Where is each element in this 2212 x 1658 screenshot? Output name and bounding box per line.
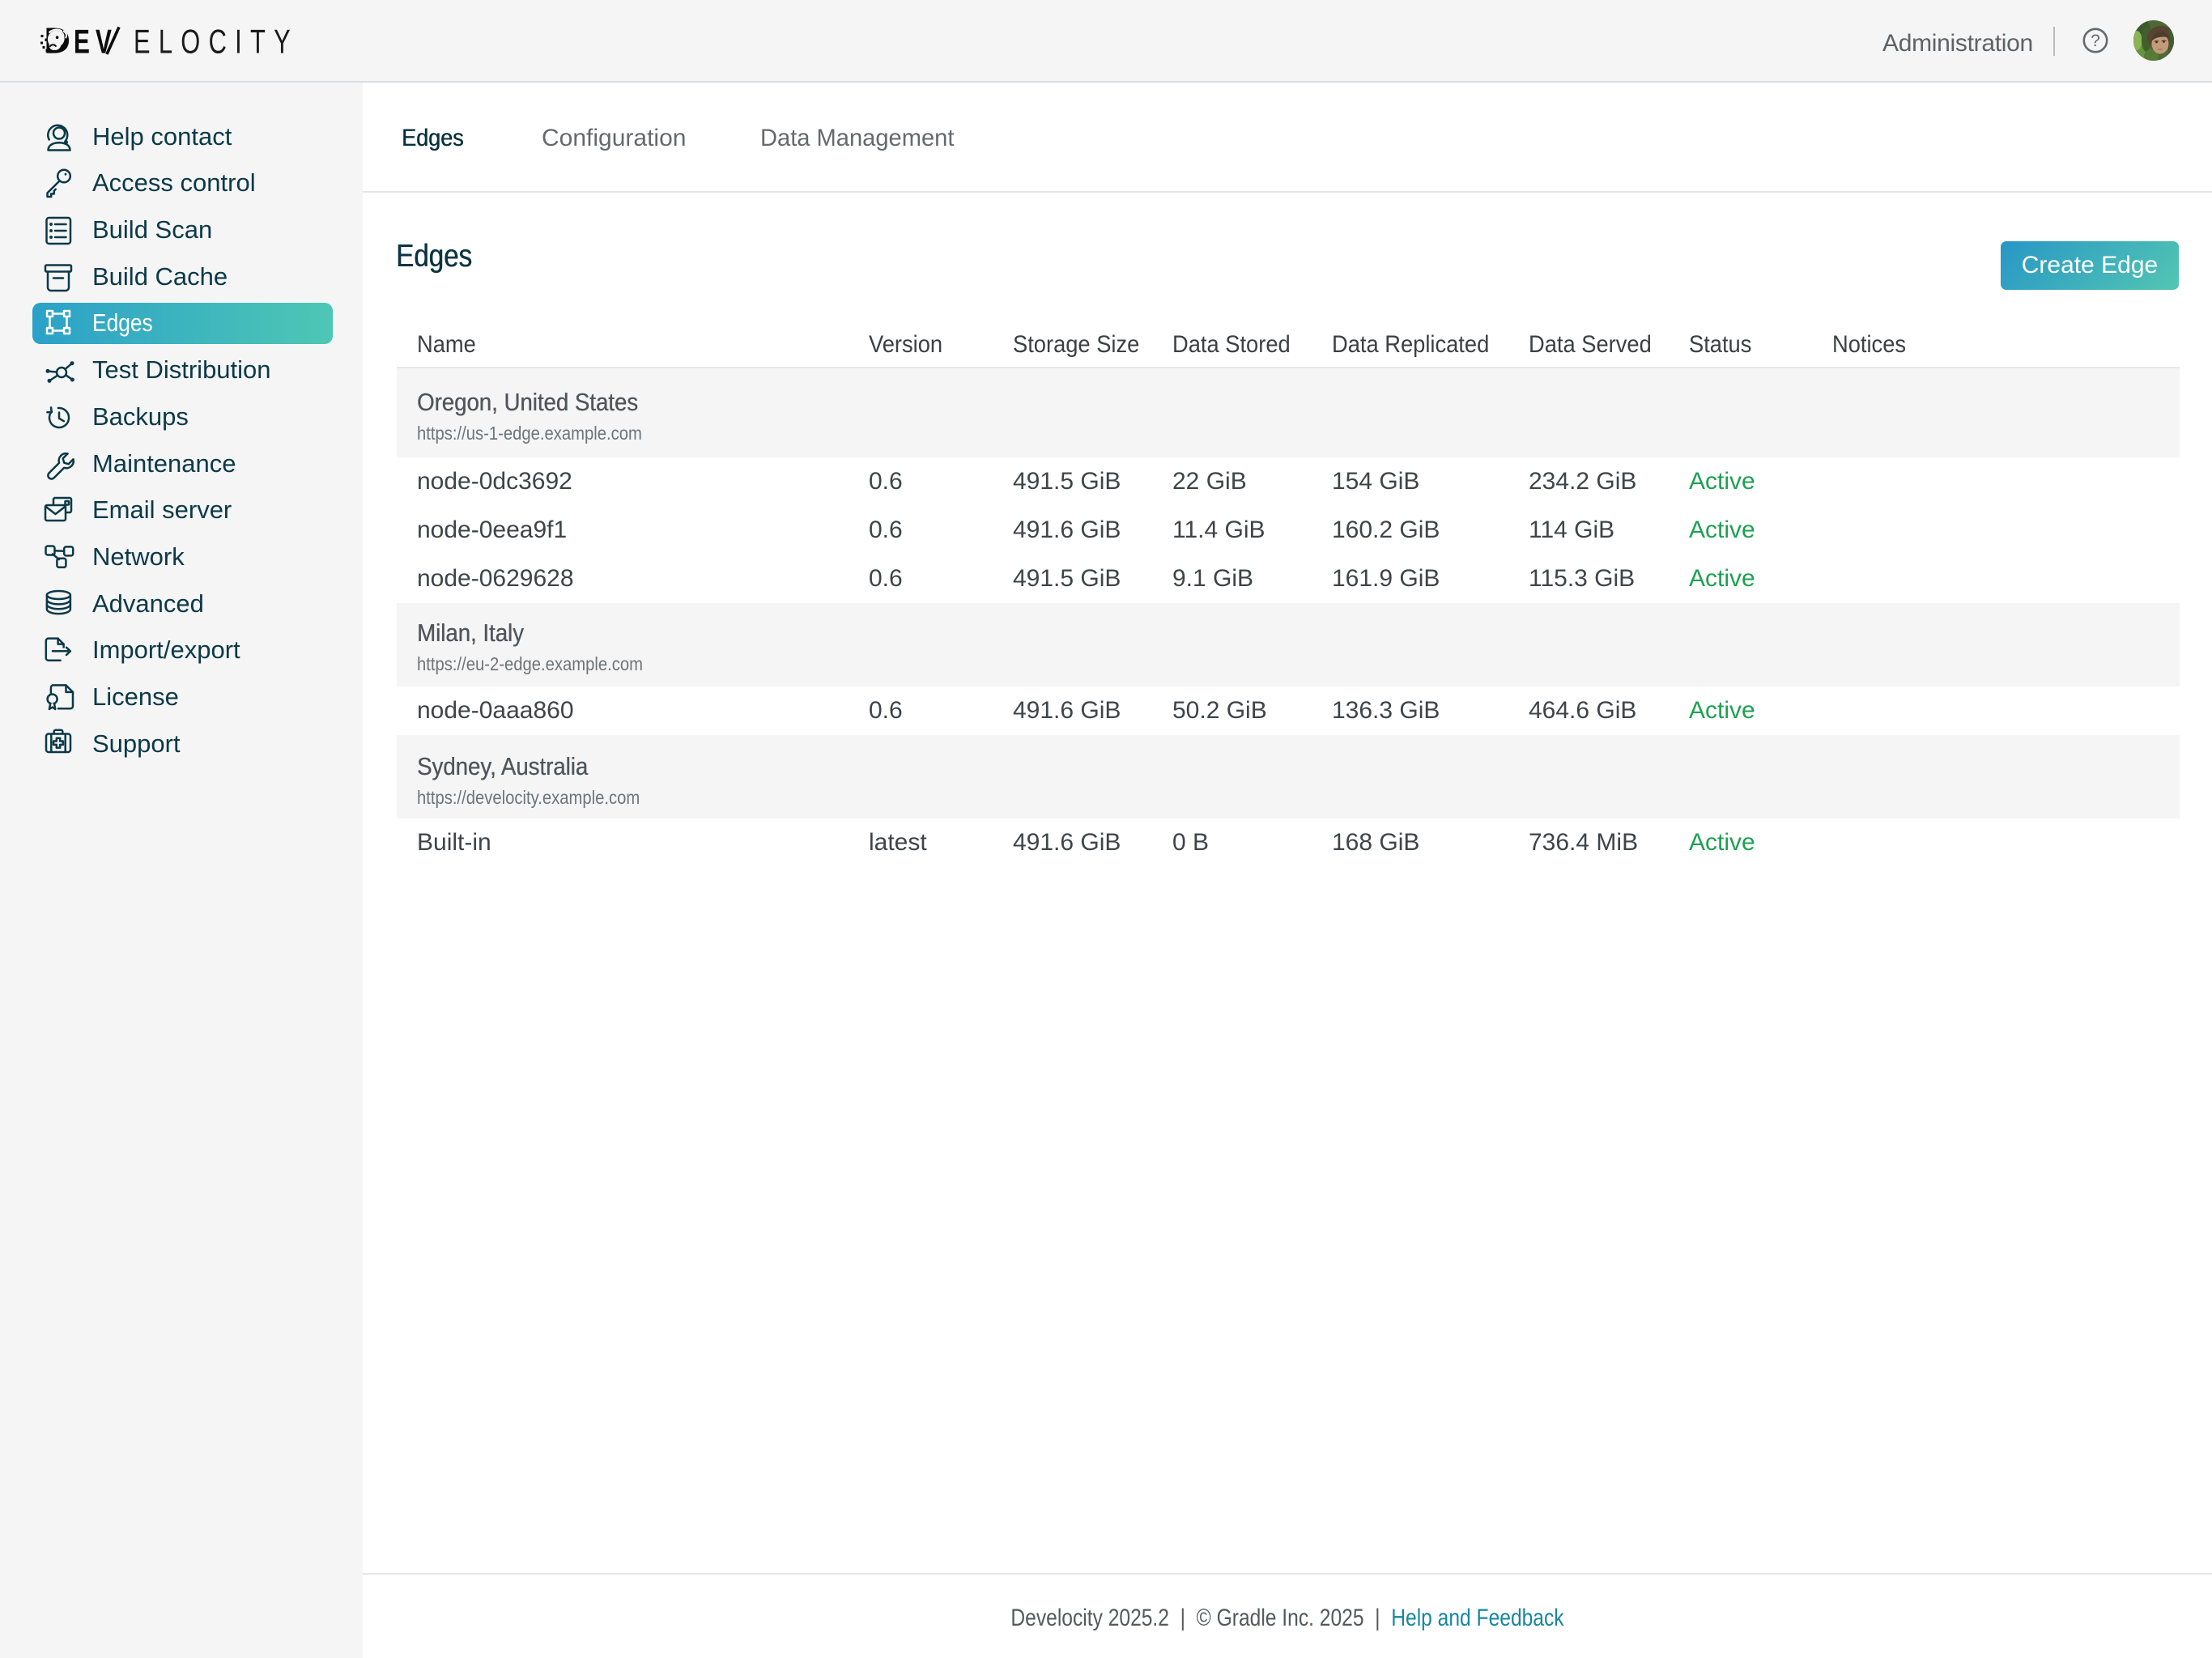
svg-text:?: ?	[2091, 32, 2100, 50]
svg-text:ELOCITY: ELOCITY	[134, 23, 298, 61]
svg-text:EV: EV	[74, 23, 117, 61]
